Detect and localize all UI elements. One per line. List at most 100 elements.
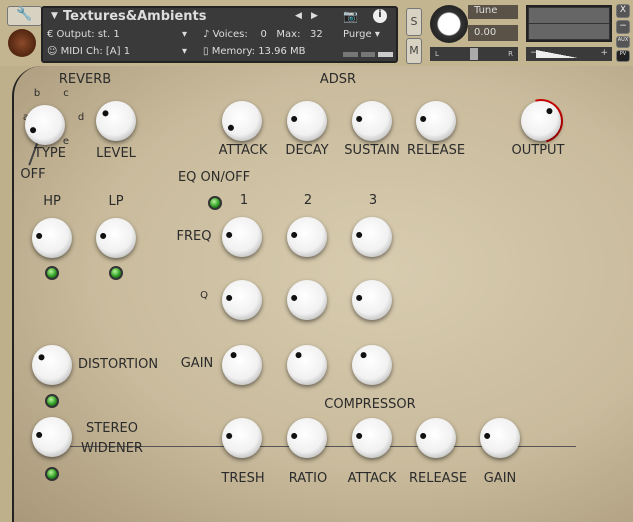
volume-slider[interactable]: − + bbox=[526, 47, 612, 61]
knob-indicator bbox=[99, 232, 107, 240]
output-selector[interactable]: € Output: st. 1 ▾ bbox=[47, 29, 187, 40]
memory-display: ▯ Memory: 13.96 MB bbox=[203, 46, 306, 57]
band2-label: 2 bbox=[303, 193, 313, 208]
freq3-knob[interactable] bbox=[352, 217, 392, 257]
output-knob[interactable] bbox=[521, 101, 561, 141]
max-value[interactable]: 32 bbox=[310, 29, 323, 40]
purge-meter bbox=[343, 52, 393, 57]
ratio-knob[interactable] bbox=[287, 418, 327, 458]
release-knob[interactable] bbox=[416, 101, 456, 141]
knob-indicator bbox=[290, 231, 298, 239]
instrument-info-panel: ▼ Textures&Ambients ◀ ▶ 📷 i € Output: st… bbox=[41, 6, 398, 63]
distortion-label: DISTORTION bbox=[77, 357, 159, 372]
level-knob[interactable] bbox=[96, 101, 136, 141]
solo-button[interactable]: S bbox=[406, 8, 422, 36]
decay-label: DECAY bbox=[285, 143, 329, 158]
gain1-knob[interactable] bbox=[222, 345, 262, 385]
tresh-label: TRESH bbox=[221, 471, 265, 486]
gain-label: GAIN bbox=[180, 356, 214, 371]
knob-indicator bbox=[294, 350, 303, 360]
type-knob[interactable] bbox=[25, 105, 65, 145]
sustain-knob[interactable] bbox=[352, 101, 392, 141]
stereo-label: STEREO bbox=[86, 421, 138, 436]
gain2-knob[interactable] bbox=[287, 345, 327, 385]
memory-label: Memory: bbox=[211, 46, 255, 57]
compressor-label: COMPRESSOR bbox=[324, 397, 416, 412]
tune-knob[interactable] bbox=[430, 5, 468, 43]
stereo-widener-led[interactable] bbox=[45, 467, 59, 481]
q2-knob[interactable] bbox=[287, 280, 327, 320]
tune-label: Tune bbox=[468, 5, 518, 19]
c-gain-label: GAIN bbox=[483, 471, 517, 486]
distortion-led[interactable] bbox=[45, 394, 59, 408]
freq-label: FREQ bbox=[176, 229, 212, 244]
aux-button[interactable]: AUX bbox=[616, 36, 630, 48]
lp-led[interactable] bbox=[109, 266, 123, 280]
lp-knob[interactable] bbox=[96, 218, 136, 258]
knob-indicator bbox=[101, 109, 110, 118]
decay-knob[interactable] bbox=[287, 101, 327, 141]
hp-label: HP bbox=[43, 194, 61, 209]
gain3-knob[interactable] bbox=[352, 345, 392, 385]
output-label: Output: bbox=[56, 29, 95, 40]
knob-indicator bbox=[355, 294, 363, 302]
purge-menu[interactable]: Purge ▾ bbox=[343, 29, 380, 40]
c-attack-label: ATTACK bbox=[347, 471, 397, 486]
ratio-label: RATIO bbox=[288, 471, 328, 486]
max-label: Max: bbox=[276, 29, 301, 40]
midi-channel-selector[interactable]: ☺ MIDI Ch: [A] 1 ▾ bbox=[47, 46, 187, 57]
attack-knob[interactable] bbox=[222, 101, 262, 141]
pv-button[interactable]: PV bbox=[616, 50, 630, 62]
q1-knob[interactable] bbox=[222, 280, 262, 320]
knob-indicator bbox=[290, 432, 298, 440]
output-value: st. 1 bbox=[97, 29, 120, 40]
close-button[interactable]: X bbox=[616, 4, 630, 18]
camera-icon[interactable]: 📷 bbox=[343, 9, 358, 23]
knob-indicator bbox=[419, 432, 427, 440]
menu-arrow-icon[interactable]: ▼ bbox=[51, 11, 58, 21]
knob-indicator bbox=[29, 126, 38, 135]
type-label: TYPE bbox=[34, 146, 66, 161]
pan-right-label: R bbox=[508, 50, 513, 58]
q3-knob[interactable] bbox=[352, 280, 392, 320]
knob-indicator bbox=[225, 294, 233, 302]
q-label: Q bbox=[200, 290, 208, 301]
purge-label: Purge bbox=[343, 29, 372, 40]
distortion-knob[interactable] bbox=[32, 345, 72, 385]
tune-value[interactable]: 0.00 bbox=[468, 25, 518, 41]
knob-indicator bbox=[35, 431, 43, 439]
knob-indicator bbox=[290, 115, 298, 123]
knob-indicator bbox=[483, 432, 491, 440]
c-gain-knob[interactable] bbox=[480, 418, 520, 458]
knob-indicator bbox=[225, 231, 233, 239]
sustain-label: SUSTAIN bbox=[344, 143, 400, 158]
prev-arrow-icon[interactable]: ◀ bbox=[295, 11, 302, 21]
freq2-knob[interactable] bbox=[287, 217, 327, 257]
output-label: OUTPUT bbox=[511, 143, 565, 158]
c-release-label: RELEASE bbox=[408, 471, 468, 486]
c-release-knob[interactable] bbox=[416, 418, 456, 458]
hp-led[interactable] bbox=[45, 266, 59, 280]
level-meter bbox=[526, 5, 612, 42]
mute-button[interactable]: M bbox=[406, 38, 422, 64]
hp-knob[interactable] bbox=[32, 218, 72, 258]
minimize-button[interactable]: − bbox=[616, 20, 630, 34]
tresh-knob[interactable] bbox=[222, 418, 262, 458]
next-arrow-icon[interactable]: ▶ bbox=[311, 11, 318, 21]
pan-slider[interactable]: L R bbox=[430, 47, 518, 61]
off-label: OFF bbox=[20, 167, 46, 182]
memory-value: 13.96 MB bbox=[258, 46, 306, 57]
settings-wrench-button[interactable]: 🔧 bbox=[7, 6, 42, 26]
midi-value: [A] 1 bbox=[105, 46, 131, 57]
freq1-knob[interactable] bbox=[222, 217, 262, 257]
midi-label: MIDI Ch: bbox=[60, 46, 103, 57]
c-attack-knob[interactable] bbox=[352, 418, 392, 458]
info-icon[interactable]: i bbox=[373, 9, 387, 23]
instrument-header: 🔧 ▼ Textures&Ambients ◀ ▶ 📷 i € Output: … bbox=[0, 0, 633, 66]
eq-onoff-led[interactable] bbox=[208, 196, 222, 210]
stereo-knob[interactable] bbox=[32, 417, 72, 457]
knob-indicator bbox=[229, 350, 238, 360]
instrument-title: Textures&Ambients bbox=[63, 9, 207, 24]
knob-indicator bbox=[37, 353, 46, 362]
knob-indicator bbox=[226, 123, 236, 132]
